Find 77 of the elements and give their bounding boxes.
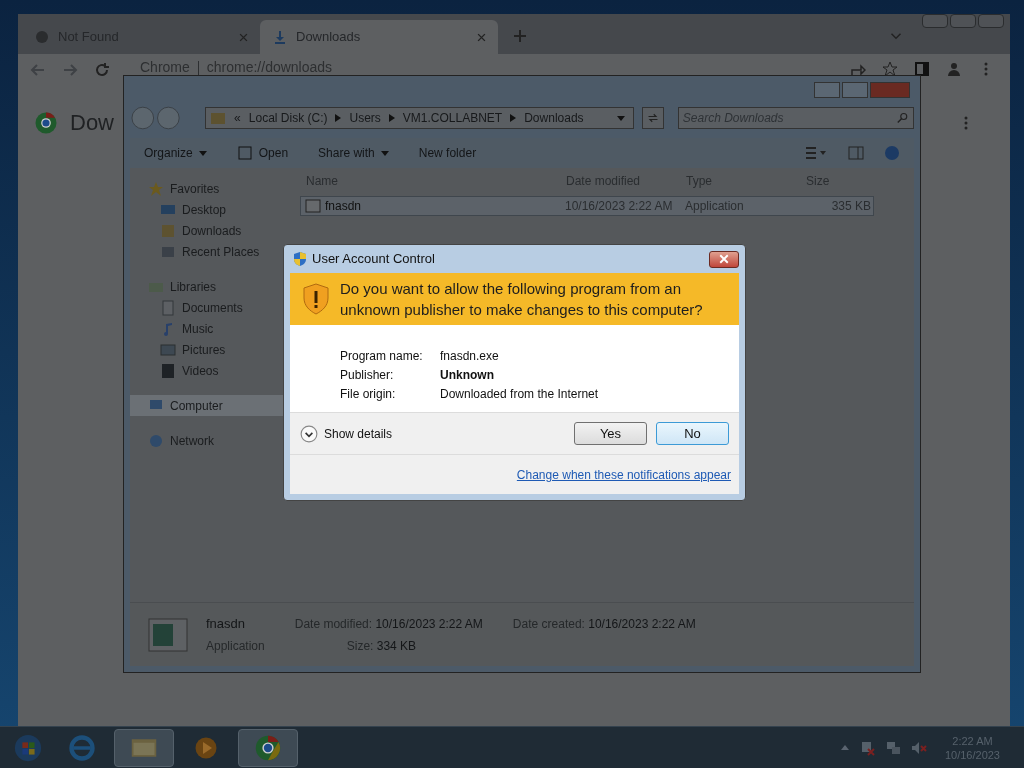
address-bar[interactable]: « Local Disk (C:) Users VM1.COLLABNET Downloads [205,107,635,129]
browser-e-icon [68,733,96,762]
file-name: fnasdn [206,614,247,633]
caret-icon [198,150,207,156]
chrome-logo-icon [254,733,282,762]
minimize-button[interactable] [814,82,840,98]
side-panel-icon [914,61,930,77]
file-size: 335 KB [830,198,872,215]
file-name: fnasdn [325,198,362,215]
caret-icon [617,115,626,121]
play-icon [194,735,218,760]
breadcrumb-item[interactable]: Users [349,109,381,127]
view-list-icon [804,145,828,161]
document-icon [160,299,176,316]
maximize-button[interactable] [842,82,868,98]
field-value: Downloaded from the Internet [440,386,600,403]
open-icon [236,145,253,161]
taskbar-app[interactable] [238,728,298,767]
toolbar-button[interactable]: New folder [418,144,477,162]
field-label: Program name: [340,348,424,365]
preview-pane-icon [848,145,864,161]
field-value: Unknown [440,367,495,384]
browser-tab[interactable]: Downloads [260,20,498,54]
page-title: Dow [70,109,114,137]
windows-logo-icon [13,732,43,763]
question-text: Do you want to allow the following program from an unknown publisher to make changes to this computer? [340,279,704,320]
dialog-button[interactable]: No [656,422,729,445]
breadcrumb-item[interactable]: « [234,109,241,127]
forward-icon [62,62,78,78]
profile-icon [946,61,962,77]
breadcrumb-item[interactable]: Local Disk (C:) [248,109,328,127]
field-label: Publisher: [340,367,395,384]
shield-warning-icon [302,283,330,315]
caret-up-icon [840,745,849,750]
taskbar-app[interactable] [114,728,174,767]
chevron-right-icon [335,114,342,122]
refresh-arrows-icon [646,112,659,124]
star-icon [148,180,164,197]
breadcrumb-item[interactable]: VM1.COLLABNET [402,109,503,127]
application-icon [148,617,188,652]
download-icon [272,29,288,45]
minimize-button[interactable] [922,14,948,28]
downloads-icon [160,222,176,239]
chevron-right-icon [510,114,517,122]
file-date: 10/16/2023 2:22 AM [565,198,674,215]
chrome-logo-icon [34,110,58,135]
toolbar-button[interactable]: Open [236,144,289,162]
chevron-down-circle-icon [300,424,318,443]
maximize-button[interactable] [950,14,976,28]
dialog-button[interactable]: Yes [574,422,647,445]
tab-title: Downloads [296,28,362,47]
application-icon [305,198,321,214]
file-row[interactable]: fnasdn 10/16/2023 2:22 AM Application 335 KB [300,196,874,216]
caret-icon [380,150,389,156]
breadcrumb-item[interactable]: Downloads [524,109,584,127]
back-icon [30,62,46,78]
folder-icon [210,110,227,126]
show-details-toggle[interactable]: Show details [300,424,393,443]
toolbar-button[interactable]: Share with [318,144,389,162]
videos-icon [160,362,176,379]
dialog-title: User Account Control [312,250,435,269]
toolbar-button[interactable]: Organize [144,144,207,162]
shield-icon [292,251,308,267]
file-type: Application [685,198,745,215]
close-icon [239,32,248,42]
field-value: fnasdn.exe [440,348,500,365]
refresh-button[interactable] [642,107,664,129]
plus-icon [512,28,528,44]
reload-icon [94,62,110,78]
chevron-right-icon [388,114,395,122]
pictures-icon [160,341,176,358]
close-icon [477,32,486,42]
search-icon [897,112,909,124]
close-icon [719,254,729,264]
close-button[interactable] [709,250,739,268]
notification-settings-link[interactable]: Change when these notifications appear [516,465,731,484]
field-label: File origin: [340,386,397,403]
